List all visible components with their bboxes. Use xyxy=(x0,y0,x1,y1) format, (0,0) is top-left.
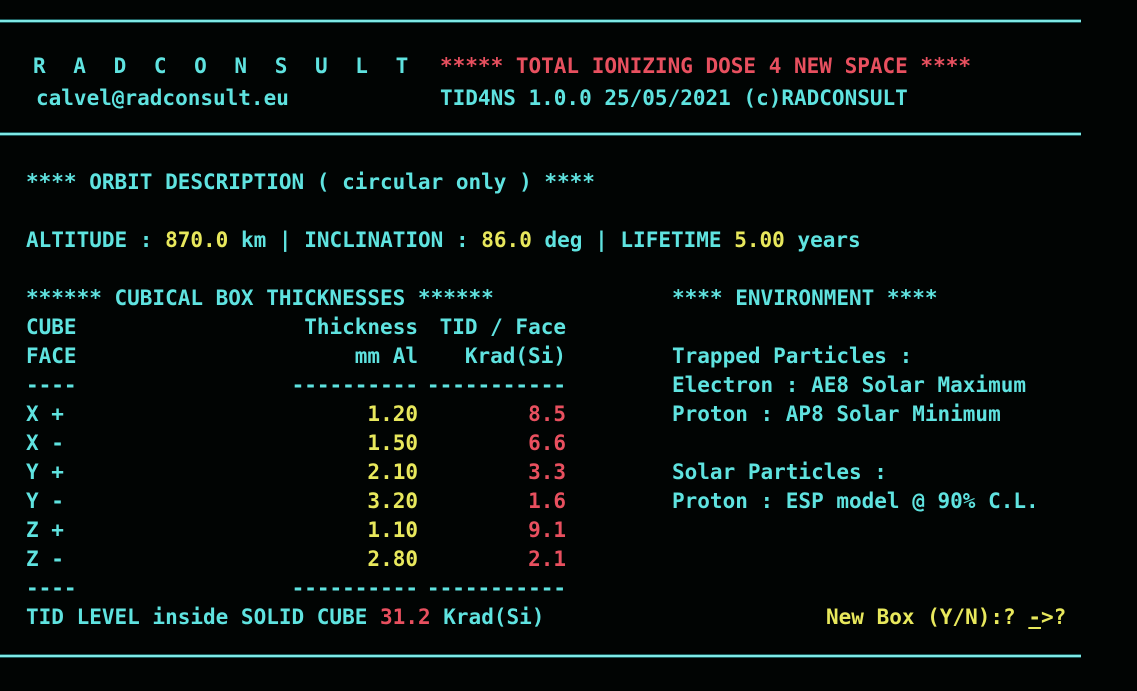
cell-tid: 2.1 xyxy=(528,547,566,571)
altitude-unit: km xyxy=(240,228,267,252)
new-box-prompt-label: New Box (Y/N):? xyxy=(826,605,1016,629)
table-row: X + 1.20 8.5 xyxy=(26,400,566,429)
rule-face-bottom: ---- xyxy=(26,576,77,600)
spacer-l xyxy=(431,605,444,629)
cell-face: X - xyxy=(26,431,64,455)
cell-thickness: 1.50 xyxy=(367,431,418,455)
trapped-particles-label: Trapped Particles : xyxy=(672,344,913,368)
header-face: FACE xyxy=(26,344,77,368)
terminal-screen: R A D C O N S U L T calvel@radconsult.eu… xyxy=(0,0,1137,691)
trapped-proton-model: Proton : AP8 Solar Minimum xyxy=(672,402,1001,426)
spacer-e xyxy=(469,228,482,252)
cell-tid: 6.6 xyxy=(528,431,566,455)
cell-thickness: 1.20 xyxy=(367,402,418,426)
spacer-g xyxy=(582,228,595,252)
orbit-parameters-line: ALTITUDE : 870.0 km | INCLINATION : 86.0… xyxy=(26,226,861,255)
orbit-section-title: **** ORBIT DESCRIPTION ( circular only )… xyxy=(26,170,595,194)
divider-header xyxy=(0,132,1081,136)
spacer-c xyxy=(266,228,279,252)
cell-face: Y - xyxy=(26,489,64,513)
cell-tid: 3.3 xyxy=(528,460,566,484)
spacer-m xyxy=(1016,605,1029,629)
spacer-k xyxy=(367,605,380,629)
app-title: ***** TOTAL IONIZING DOSE 4 NEW SPACE **… xyxy=(440,54,972,78)
tid-total-unit: Krad(Si) xyxy=(443,605,545,629)
cell-thickness: 2.10 xyxy=(367,460,418,484)
lifetime-value: 5.00 xyxy=(734,228,785,252)
new-box-prompt[interactable]: New Box (Y/N):? ->? xyxy=(826,603,1066,632)
spacer-a xyxy=(152,228,165,252)
trapped-electron-model: Electron : AE8 Solar Maximum xyxy=(672,373,1027,397)
tid-total-value: 31.2 xyxy=(380,605,431,629)
header-tid-face: TID / Face xyxy=(439,315,566,339)
cell-face: X + xyxy=(26,402,64,426)
tid-total-label: TID LEVEL inside SOLID CUBE xyxy=(26,605,368,629)
contact-email: calvel@radconsult.eu xyxy=(36,86,289,110)
orbit-separator-2: | xyxy=(595,228,608,252)
spacer-j xyxy=(785,228,798,252)
table-row: Y - 3.20 1.6 xyxy=(26,487,566,516)
box-section-title: ****** CUBICAL BOX THICKNESSES ****** xyxy=(26,286,494,310)
rule-tid-top: ----------- xyxy=(426,373,566,397)
rule-face-top: ---- xyxy=(26,373,77,397)
spacer-h xyxy=(608,228,621,252)
cell-thickness: 3.20 xyxy=(367,489,418,513)
rule-thickness-bottom: ---------- xyxy=(291,576,418,600)
inclination-label: INCLINATION : xyxy=(304,228,469,252)
table-row: Z + 1.10 9.1 xyxy=(26,516,566,545)
prompt-cursor[interactable]: - xyxy=(1028,605,1041,629)
rule-tid-bottom: ----------- xyxy=(426,576,566,600)
header-thickness-unit: mm Al xyxy=(354,344,418,368)
environment-section-title: **** ENVIRONMENT **** xyxy=(672,286,938,310)
solar-proton-model: Proton : ESP model @ 90% C.L. xyxy=(672,489,1039,513)
altitude-label: ALTITUDE : xyxy=(26,228,153,252)
cell-tid: 9.1 xyxy=(528,518,566,542)
tid-total-line: TID LEVEL inside SOLID CUBE 31.2 Krad(Si… xyxy=(26,603,544,632)
cell-face: Z + xyxy=(26,518,64,542)
cell-face: Z - xyxy=(26,547,64,571)
rule-thickness-top: ---------- xyxy=(291,373,418,397)
lifetime-label: LIFETIME xyxy=(620,228,722,252)
brand-title: R A D C O N S U L T xyxy=(33,54,416,78)
spacer-f xyxy=(532,228,545,252)
cell-tid: 8.5 xyxy=(528,402,566,426)
cell-thickness: 2.80 xyxy=(367,547,418,571)
spacer-b xyxy=(228,228,241,252)
table-row: X - 1.50 6.6 xyxy=(26,429,566,458)
table-row: Z - 2.80 2.1 xyxy=(26,545,566,574)
table-rule-row-bottom: ---- ---------- ----------- xyxy=(26,574,566,603)
table-row: Y + 2.10 3.3 xyxy=(26,458,566,487)
table-header-row-2: FACE mm Al Krad(Si) xyxy=(26,342,566,371)
cube-face-table: CUBE Thickness TID / Face FACE mm Al Kra… xyxy=(26,313,566,603)
table-rule-row-top: ---- ---------- ----------- xyxy=(26,371,566,400)
inclination-value: 86.0 xyxy=(481,228,532,252)
spacer-d xyxy=(292,228,305,252)
cell-face: Y + xyxy=(26,460,64,484)
prompt-tail: >? xyxy=(1040,605,1067,629)
table-header-row-1: CUBE Thickness TID / Face xyxy=(26,313,566,342)
header-thickness: Thickness xyxy=(304,315,418,339)
orbit-separator-1: | xyxy=(278,228,292,252)
cell-tid: 1.6 xyxy=(528,489,566,513)
version-line: TID4NS 1.0.0 25/05/2021 (c)RADCONSULT xyxy=(440,86,908,110)
inclination-unit: deg xyxy=(544,228,583,252)
spacer-i xyxy=(722,228,735,252)
cell-thickness: 1.10 xyxy=(367,518,418,542)
header-cube: CUBE xyxy=(26,315,77,339)
divider-top xyxy=(0,19,1081,23)
solar-particles-label: Solar Particles : xyxy=(672,460,887,484)
divider-bottom xyxy=(0,654,1081,658)
altitude-value: 870.0 xyxy=(165,228,229,252)
lifetime-unit: years xyxy=(797,228,861,252)
header-tid-unit: Krad(Si) xyxy=(464,344,566,368)
